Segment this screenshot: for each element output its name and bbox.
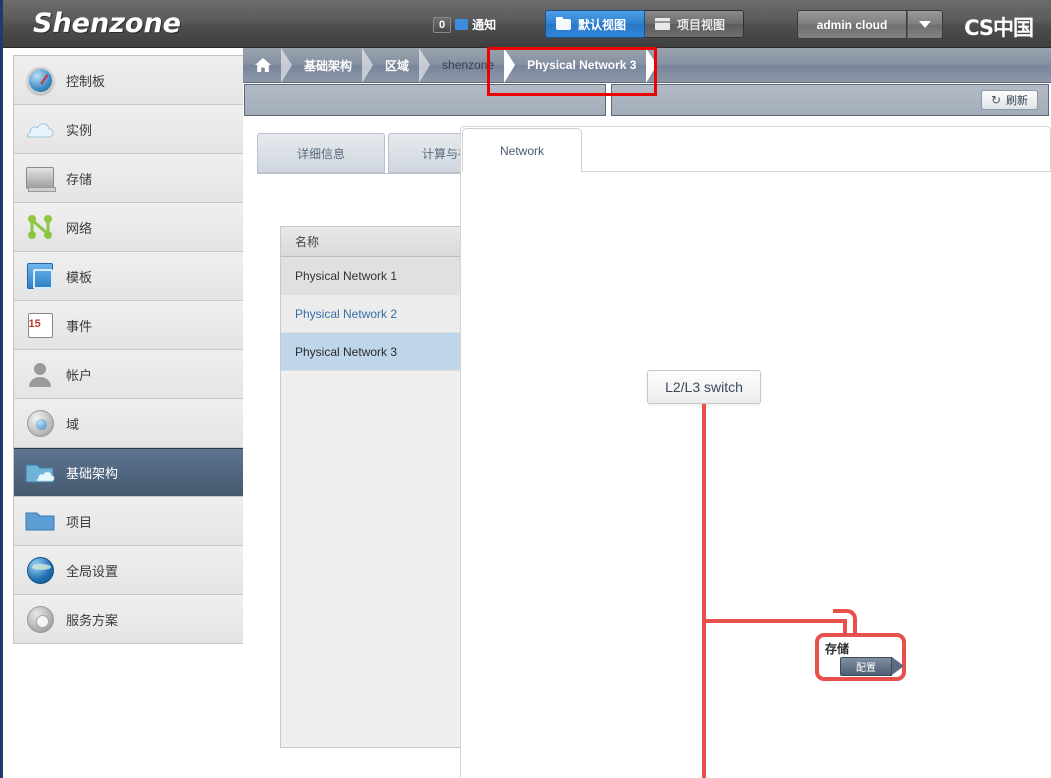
sidebar-nav: 控制板 实例 存储 网络 模板 15 事件 帐户 域 基础架构 项目 全局设置 …	[13, 55, 251, 644]
main-content: 基础架构 区域 shenzone Physical Network 3 ↻ 刷新…	[243, 47, 1051, 778]
default-view-label: 默认视图	[578, 17, 627, 32]
tab-details[interactable]: 详细信息	[257, 133, 385, 173]
refresh-button[interactable]: ↻ 刷新	[980, 90, 1038, 110]
default-view-button[interactable]: 默认视图	[545, 10, 646, 38]
breadcrumb-separator	[281, 47, 292, 83]
cloud-instance-icon	[14, 120, 66, 138]
sidebar-item-label: 域	[66, 416, 80, 432]
user-icon	[14, 362, 66, 387]
breadcrumb-home[interactable]	[243, 48, 281, 83]
gear-icon	[14, 605, 66, 633]
breadcrumb-separator	[504, 47, 516, 83]
infrastructure-icon	[14, 461, 66, 485]
app-logo: Shenzone	[33, 8, 181, 39]
sidebar-item-label: 实例	[66, 122, 93, 138]
sidebar-item-storage[interactable]: 存储	[14, 154, 250, 203]
breadcrumb-separator	[362, 47, 374, 83]
l2-l3-switch-node[interactable]: L2/L3 switch	[647, 370, 761, 404]
sidebar-item-label: 服务方案	[66, 612, 119, 628]
sidebar-item-accounts[interactable]: 帐户	[14, 350, 250, 399]
sidebar-item-label: 控制板	[66, 73, 106, 89]
sidebar-item-service-offerings[interactable]: 服务方案	[14, 595, 250, 644]
briefcase-icon	[655, 18, 671, 30]
sidebar-item-domains[interactable]: 域	[14, 399, 250, 448]
chevron-down-icon	[919, 21, 931, 28]
network-diagram-canvas: L2/L3 switch 存储 配置	[462, 172, 1051, 778]
calendar-day-number: 15	[28, 317, 41, 330]
tab-network[interactable]: Network	[462, 128, 582, 172]
project-view-label: 项目视图	[677, 17, 726, 32]
sidebar-item-label: 全局设置	[66, 563, 119, 579]
sidebar-item-instances[interactable]: 实例	[14, 105, 250, 154]
notification-count-badge: 0	[433, 16, 452, 33]
brand-logo: CS中国	[964, 16, 1034, 40]
sidebar-item-label: 模板	[66, 269, 93, 285]
breadcrumb-item-current[interactable]: Physical Network 3	[515, 48, 646, 83]
sidebar-item-projects[interactable]: 项目	[14, 497, 250, 546]
notification-icon	[455, 19, 469, 30]
sidebar-item-templates[interactable]: 模板	[14, 252, 250, 301]
notifications-label: 通知	[472, 18, 497, 32]
view-switcher: 默认视图 项目视图	[545, 10, 745, 38]
application-window: Shenzone 0 通知 默认视图 项目视图 admin cloud CS中国	[0, 0, 1051, 778]
toolbar-strip: ↻ 刷新	[243, 83, 1051, 118]
refresh-icon: ↻	[990, 93, 1001, 107]
sidebar-item-label: 网络	[66, 220, 93, 236]
breadcrumb-item-infrastructure[interactable]: 基础架构	[292, 48, 362, 83]
network-wire-vertical	[702, 404, 706, 778]
configure-button[interactable]: 配置	[840, 657, 892, 676]
dashboard-icon	[14, 66, 66, 94]
storage-label: 存储	[825, 642, 850, 656]
network-icon	[14, 214, 66, 240]
breadcrumb-separator	[646, 47, 658, 83]
user-menu[interactable]: admin cloud	[797, 10, 943, 39]
user-menu-dropdown-button[interactable]	[907, 10, 943, 39]
sidebar-item-label: 事件	[66, 318, 93, 334]
globe-icon	[14, 556, 66, 584]
storage-icon	[14, 167, 66, 192]
sidebar-item-dashboard[interactable]: 控制板	[14, 56, 250, 105]
user-name-label: admin cloud	[797, 10, 907, 39]
sidebar-item-events[interactable]: 15 事件	[14, 301, 250, 350]
network-panel: Network L2/L3 switch 存储 配置	[460, 126, 1051, 778]
storage-node: 存储 配置	[815, 633, 906, 681]
breadcrumb-item-zone[interactable]: 区域	[373, 48, 419, 83]
sidebar-item-network[interactable]: 网络	[14, 203, 250, 252]
network-wire-horizontal	[702, 619, 847, 623]
sidebar-item-label: 基础架构	[66, 466, 119, 481]
sidebar-item-infrastructure[interactable]: 基础架构	[14, 448, 250, 497]
project-view-button[interactable]: 项目视图	[645, 10, 745, 38]
notifications-area[interactable]: 0 通知	[433, 16, 496, 33]
refresh-label: 刷新	[1006, 95, 1028, 107]
project-folder-icon	[14, 510, 66, 532]
sidebar-item-label: 存储	[66, 171, 93, 187]
home-icon	[255, 58, 271, 72]
calendar-icon: 15	[14, 312, 66, 338]
sidebar-item-label: 帐户	[66, 367, 93, 383]
top-header-bar: Shenzone 0 通知 默认视图 项目视图 admin cloud CS中国	[3, 0, 1051, 48]
toolbar-right-section: ↻ 刷新	[611, 84, 1049, 116]
domain-icon	[14, 409, 66, 437]
sidebar: 控制板 实例 存储 网络 模板 15 事件 帐户 域 基础架构 项目 全局设置 …	[3, 48, 260, 778]
breadcrumb-item-shenzone[interactable]: shenzone	[430, 48, 504, 83]
sidebar-item-label: 项目	[66, 514, 93, 530]
configure-button-arrow-icon	[892, 657, 904, 675]
breadcrumb: 基础架构 区域 shenzone Physical Network 3	[243, 47, 1051, 83]
template-icon	[14, 263, 66, 289]
toolbar-left-section	[244, 84, 606, 116]
folder-icon	[556, 17, 571, 30]
breadcrumb-separator	[419, 47, 431, 83]
sidebar-item-global-settings[interactable]: 全局设置	[14, 546, 250, 595]
